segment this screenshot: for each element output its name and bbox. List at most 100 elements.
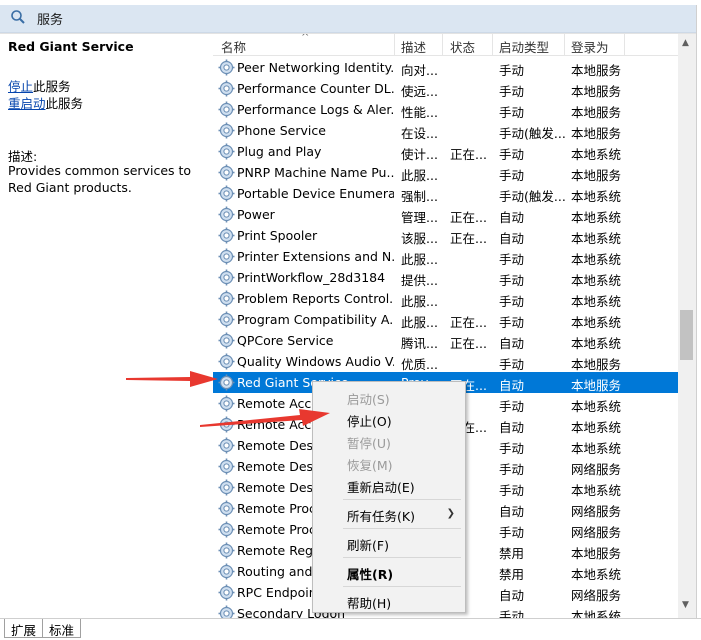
- row-desc: 性能...: [401, 105, 437, 120]
- row-startup: 手动(触发...: [499, 189, 565, 204]
- row-desc: 优质...: [401, 357, 437, 372]
- services-window: 服务 Red Giant Service 停止此服务 重启动此服务 描述: Pr…: [0, 0, 701, 640]
- row-logon: 本地系统: [571, 567, 622, 582]
- row-name: Performance Counter DL...: [237, 81, 394, 96]
- service-gear-icon: [218, 458, 235, 475]
- row-logon: 本地服务: [571, 378, 622, 393]
- table-row[interactable]: Plug and Play 使计... 正在... 手动 本地系统: [213, 141, 678, 162]
- column-divider[interactable]: [624, 34, 625, 56]
- title-bar: 服务: [0, 0, 701, 34]
- menu-item-properties[interactable]: 属性(R): [347, 564, 393, 583]
- service-gear-icon: [218, 542, 235, 559]
- menu-item-stop[interactable]: 停止(O): [347, 411, 392, 430]
- tab-extended[interactable]: 扩展: [4, 619, 44, 638]
- row-startup: 手动: [499, 63, 525, 78]
- column-header-name[interactable]: 名称: [221, 37, 246, 56]
- column-divider[interactable]: [564, 34, 565, 56]
- service-gear-icon: [218, 80, 235, 97]
- row-startup: 自动: [499, 210, 525, 225]
- row-name: Printer Extensions and N...: [237, 249, 394, 264]
- vertical-scrollbar[interactable]: ▲ ▼: [678, 34, 696, 618]
- row-startup: 自动: [499, 588, 525, 603]
- table-row[interactable]: Printer Extensions and N... 此服... 手动 本地系统: [213, 246, 678, 267]
- row-logon: 本地系统: [571, 399, 622, 414]
- service-gear-icon: [218, 605, 235, 618]
- row-desc: 强制...: [401, 189, 437, 204]
- table-row[interactable]: Peer Networking Identity... 向对... 手动 本地服务: [213, 57, 678, 78]
- row-state: 正在...: [450, 336, 487, 351]
- table-row[interactable]: Power 管理... 正在... 自动 本地系统: [213, 204, 678, 225]
- column-divider[interactable]: [442, 34, 443, 56]
- column-header-state[interactable]: 状态: [450, 37, 475, 56]
- column-header-startup[interactable]: 启动类型: [499, 37, 549, 56]
- menu-item-restart[interactable]: 重新启动(E): [347, 477, 415, 496]
- table-row[interactable]: QPCore Service 腾讯... 正在... 自动 本地系统: [213, 330, 678, 351]
- row-logon: 网络服务: [571, 588, 622, 603]
- selected-service-title: Red Giant Service: [8, 39, 134, 54]
- menu-separator: [343, 528, 461, 529]
- row-name: Quality Windows Audio V...: [237, 354, 394, 369]
- service-gear-icon: [218, 311, 235, 328]
- table-row[interactable]: Print Spooler 该服... 正在... 自动 本地系统: [213, 225, 678, 246]
- stop-service-link[interactable]: 停止: [8, 79, 33, 94]
- row-name: Problem Reports Control...: [237, 291, 394, 306]
- menu-item-start[interactable]: 启动(S): [347, 389, 390, 408]
- red-arrow-annotation: [126, 371, 218, 387]
- window-title: 服务: [37, 13, 64, 28]
- menu-item-all-tasks[interactable]: 所有任务(K): [347, 506, 415, 525]
- menu-item-resume[interactable]: 恢复(M): [347, 455, 393, 474]
- menu-item-pause[interactable]: 暂停(U): [347, 433, 391, 452]
- table-row[interactable]: Performance Counter DL... 使远... 手动 本地服务: [213, 78, 678, 99]
- row-startup: 手动(触发...: [499, 126, 565, 141]
- column-header-logon[interactable]: 登录为: [571, 37, 609, 56]
- row-startup: 手动: [499, 315, 525, 330]
- row-logon: 本地服务: [571, 546, 622, 561]
- table-row[interactable]: Phone Service 在设... 手动(触发... 本地服务: [213, 120, 678, 141]
- row-state: 正在...: [450, 231, 487, 246]
- scroll-up-icon[interactable]: ▲: [682, 38, 689, 48]
- row-logon: 本地系统: [571, 147, 622, 162]
- row-logon: 本地服务: [571, 357, 622, 372]
- row-desc: 此服...: [401, 168, 437, 183]
- menu-item-refresh[interactable]: 刷新(F): [347, 535, 389, 554]
- row-name: Print Spooler: [237, 228, 318, 243]
- column-header-desc[interactable]: 描述: [401, 37, 426, 56]
- restart-service-link[interactable]: 重启动: [8, 96, 46, 111]
- row-name: Portable Device Enumera...: [237, 186, 394, 201]
- scroll-down-icon[interactable]: ▼: [682, 600, 689, 610]
- row-logon: 本地系统: [571, 609, 622, 618]
- table-row[interactable]: PNRP Machine Name Pu... 此服... 手动 本地服务: [213, 162, 678, 183]
- table-row[interactable]: Problem Reports Control... 此服... 手动 本地系统: [213, 288, 678, 309]
- row-startup: 手动: [499, 252, 525, 267]
- row-name: PNRP Machine Name Pu...: [237, 165, 394, 180]
- menu-separator: [343, 586, 461, 587]
- column-divider[interactable]: [394, 34, 395, 56]
- row-state: 正在...: [450, 147, 487, 162]
- row-logon: 本地系统: [571, 336, 622, 351]
- table-row[interactable]: Program Compatibility A... 此服... 正在... 手动 本地…: [213, 309, 678, 330]
- row-name: Plug and Play: [237, 144, 322, 159]
- context-menu: 启动(S) 停止(O) 暂停(U) 恢复(M) 重新启动(E) 所有任务(K) …: [312, 381, 466, 613]
- table-row[interactable]: Performance Logs & Aler... 性能... 手动 本地服务: [213, 99, 678, 120]
- service-gear-icon: [218, 206, 235, 223]
- table-row[interactable]: Quality Windows Audio V... 优质... 手动 本地服务: [213, 351, 678, 372]
- table-row[interactable]: Portable Device Enumera... 强制... 手动(触发... 本…: [213, 183, 678, 204]
- row-startup: 禁用: [499, 546, 525, 561]
- tab-standard[interactable]: 标准: [42, 619, 82, 638]
- row-startup: 手动: [499, 357, 525, 372]
- row-name: Power: [237, 207, 275, 222]
- row-startup: 自动: [499, 378, 525, 393]
- column-divider[interactable]: [492, 34, 493, 56]
- row-logon: 本地系统: [571, 231, 622, 246]
- menu-item-help[interactable]: 帮助(H): [347, 593, 391, 612]
- row-startup: 手动: [499, 168, 525, 183]
- row-logon: 本地服务: [571, 105, 622, 120]
- table-row[interactable]: PrintWorkflow_28d3184 提供... 手动 本地系统: [213, 267, 678, 288]
- row-logon: 本地服务: [571, 63, 622, 78]
- row-startup: 手动: [499, 84, 525, 99]
- scrollbar-thumb[interactable]: [680, 310, 693, 360]
- row-state: 正在...: [450, 315, 487, 330]
- title-bar-background: [0, 5, 701, 33]
- description-text: Provides common services to Red Giant pr…: [8, 163, 192, 195]
- service-gear-icon: [218, 164, 235, 181]
